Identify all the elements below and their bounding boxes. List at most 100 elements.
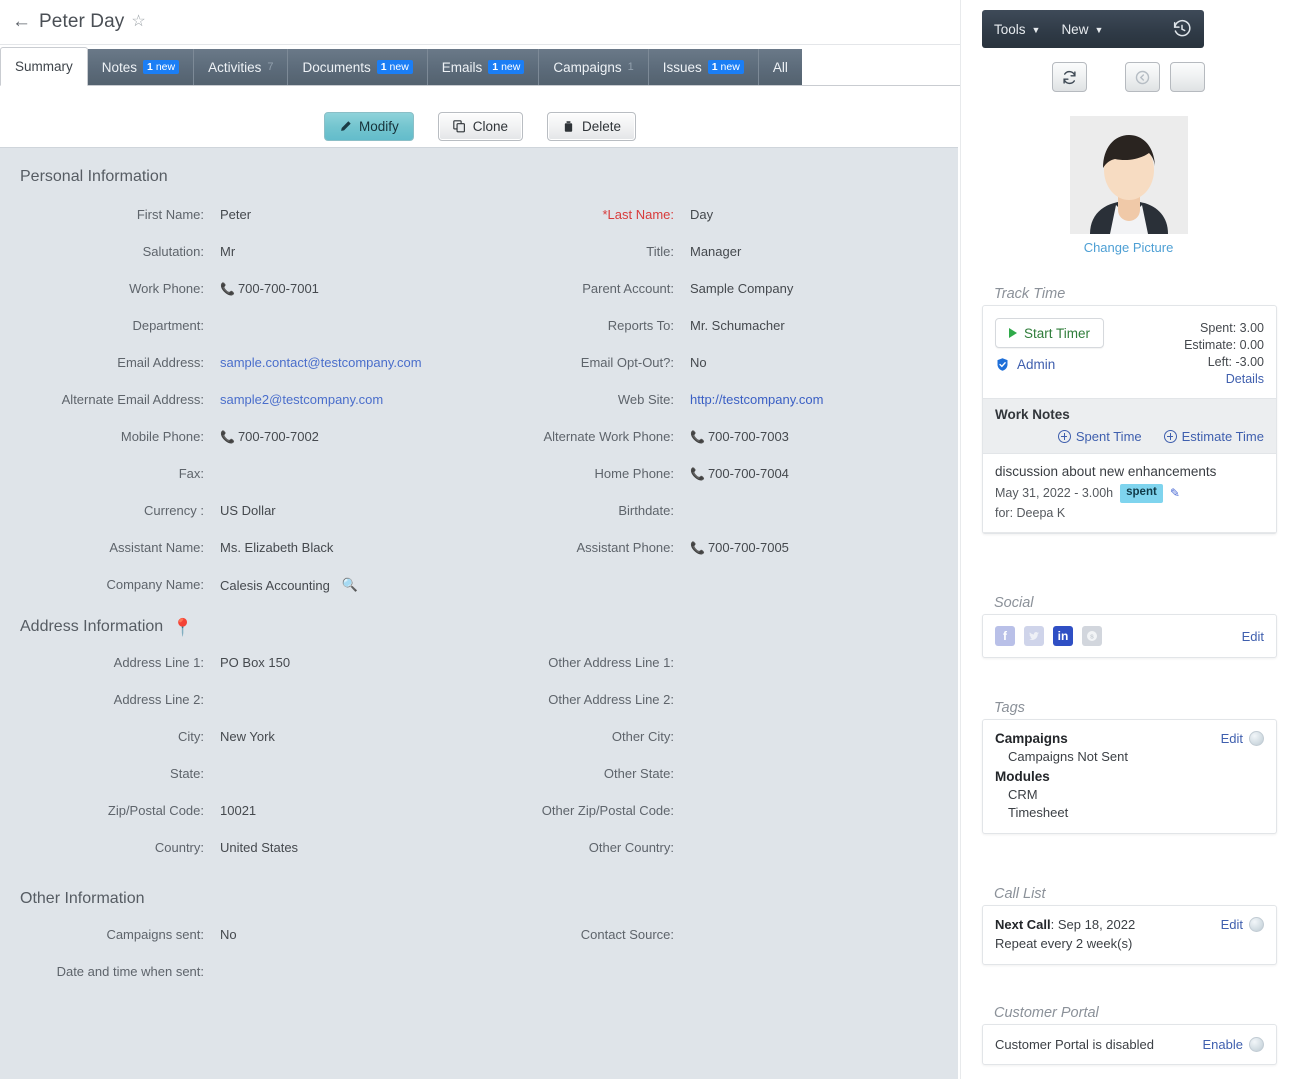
field-label: Contact Source: [580, 927, 674, 942]
tags-panel: Tags Campaigns Campaigns Not Sent Edit M… [982, 700, 1277, 834]
tab-label: Activities [208, 59, 262, 75]
tools-menu-label: Tools [994, 21, 1026, 37]
track-time-panel: Track Time Start Timer Admin Spent: 3.00… [982, 286, 1277, 534]
work-notes-header: Work Notes Spent Time Estimate Time [983, 398, 1276, 454]
field-value: Day [690, 207, 714, 222]
tab-documents[interactable]: Documents 1 new [288, 49, 428, 85]
field-value: PO Box 150 [220, 655, 291, 670]
tags-edit-link[interactable]: Edit [1221, 731, 1243, 746]
tab-campaigns[interactable]: Campaigns 1 [539, 49, 649, 85]
chevron-down-icon: ▼ [1031, 25, 1041, 35]
work-note-date: May 31, 2022 - 3.00h [995, 486, 1114, 501]
field-value [682, 792, 958, 829]
tab-summary[interactable]: Summary [0, 47, 88, 86]
change-picture-link[interactable]: Change Picture [1084, 240, 1174, 255]
work-notes-title: Work Notes [995, 407, 1070, 422]
previous-record-button[interactable] [1125, 62, 1160, 92]
field-value-website[interactable]: http://testcompany.com [682, 381, 958, 418]
tab-label: Emails [441, 59, 483, 75]
address-information-fields: Address Line 1: PO Box 150 Other Address… [0, 644, 958, 866]
tab-issues[interactable]: Issues 1 new [648, 49, 759, 85]
call-list-edit-link[interactable]: Edit [1221, 917, 1243, 932]
spent-time-label: Spent Time [1075, 429, 1142, 444]
work-note-title: discussion about new enhancements [995, 464, 1217, 479]
phone-icon: 📞 [690, 540, 705, 555]
refresh-button[interactable] [1052, 62, 1087, 92]
play-icon [1009, 328, 1017, 338]
tab-all[interactable]: All [758, 49, 802, 85]
modify-button[interactable]: Modify [323, 111, 414, 141]
social-edit-link[interactable]: Edit [1242, 629, 1264, 644]
tab-label: All [772, 59, 788, 75]
field-label: First Name: [136, 207, 204, 222]
tab-emails[interactable]: Emails 1 new [427, 49, 540, 85]
admin-assignee[interactable]: Admin [995, 357, 1184, 372]
field-value [212, 681, 502, 718]
svg-text:S: S [1090, 634, 1094, 640]
add-estimate-time-button[interactable]: Estimate Time [1163, 429, 1264, 444]
phone-icon: 📞 [690, 466, 705, 481]
record-tab-bar: Summary Notes 1 new Activities 7 Documen… [0, 46, 960, 86]
next-record-button[interactable] [1170, 62, 1205, 92]
favorite-star-icon[interactable]: ☆ [131, 11, 145, 31]
field-value [682, 492, 958, 529]
start-timer-label: Start Timer [1024, 325, 1091, 341]
map-pin-icon[interactable]: 📍 [172, 619, 193, 636]
skype-icon[interactable]: S [1082, 626, 1102, 646]
field-value: No [690, 355, 707, 370]
social-card: f in S Edit [982, 614, 1277, 658]
section-title-address: Address Information 📍 [20, 617, 194, 637]
pencil-icon [339, 120, 352, 133]
call-list-options-icon[interactable] [1249, 917, 1264, 932]
field-value: Mr. Schumacher [690, 318, 785, 333]
track-time-card: Start Timer Admin Spent: 3.00 Estimate: … [982, 305, 1277, 534]
clone-button[interactable]: Clone [437, 111, 523, 141]
delete-button[interactable]: Delete [547, 111, 637, 141]
tags-options-icon[interactable] [1249, 731, 1264, 746]
new-menu[interactable]: New ▼ [1049, 22, 1112, 37]
field-value: Peter [220, 207, 252, 222]
plus-circle-icon [1057, 430, 1071, 443]
field-label: Title: [646, 244, 674, 259]
avatar-block: Change Picture [961, 116, 1295, 255]
field-label: Other Address Line 1: [548, 655, 674, 670]
edit-work-note-icon[interactable]: ✎ [1170, 486, 1180, 500]
facebook-icon[interactable]: f [995, 626, 1015, 646]
record-actions-toolbar: Modify Clone Delete [0, 105, 960, 147]
tags-title: Tags [994, 700, 1025, 716]
tags-card: Campaigns Campaigns Not Sent Edit Module… [982, 719, 1277, 834]
details-link[interactable]: Details [1184, 371, 1264, 388]
call-list-panel: Call List Next Call: Sep 18, 2022 Repeat… [982, 886, 1277, 965]
start-timer-button[interactable]: Start Timer [995, 318, 1105, 348]
field-label: Home Phone: [594, 466, 675, 481]
field-label: Other City: [611, 729, 674, 744]
linkedin-icon[interactable]: in [1053, 626, 1073, 646]
field-value [212, 953, 502, 990]
tab-activities[interactable]: Activities 7 [194, 49, 289, 85]
track-time-title: Track Time [994, 286, 1066, 302]
customer-portal-enable-link[interactable]: Enable [1203, 1037, 1243, 1052]
field-label: Company Name: [106, 577, 204, 592]
spent-value: Spent: 3.00 [1200, 321, 1264, 335]
field-value [212, 307, 502, 344]
history-clock-icon[interactable] [1172, 19, 1192, 39]
admin-label: Admin [1017, 357, 1056, 372]
field-label: Birthdate: [618, 503, 674, 518]
customer-portal-options-icon[interactable] [1249, 1037, 1264, 1052]
new-menu-label: New [1061, 21, 1089, 37]
work-note-item: discussion about new enhancements May 31… [983, 454, 1276, 533]
tab-notes[interactable]: Notes 1 new [87, 49, 195, 85]
add-spent-time-button[interactable]: Spent Time [1057, 429, 1142, 444]
tools-menu[interactable]: Tools ▼ [982, 22, 1049, 37]
field-label: Address Line 2: [113, 692, 204, 707]
tab-badge: 1 new [376, 60, 413, 74]
lookup-search-icon[interactable]: 🔍 [342, 577, 358, 593]
twitter-icon[interactable] [1024, 626, 1044, 646]
field-label: Other State: [603, 766, 674, 781]
field-label: Other Address Line 2: [548, 692, 674, 707]
field-value-alt-email[interactable]: sample2@testcompany.com [212, 381, 502, 418]
field-value: United States [220, 840, 299, 855]
back-arrow-icon[interactable]: ← [10, 10, 39, 35]
work-note-type-badge: spent [1120, 484, 1163, 503]
field-value-email[interactable]: sample.contact@testcompany.com [212, 344, 502, 381]
